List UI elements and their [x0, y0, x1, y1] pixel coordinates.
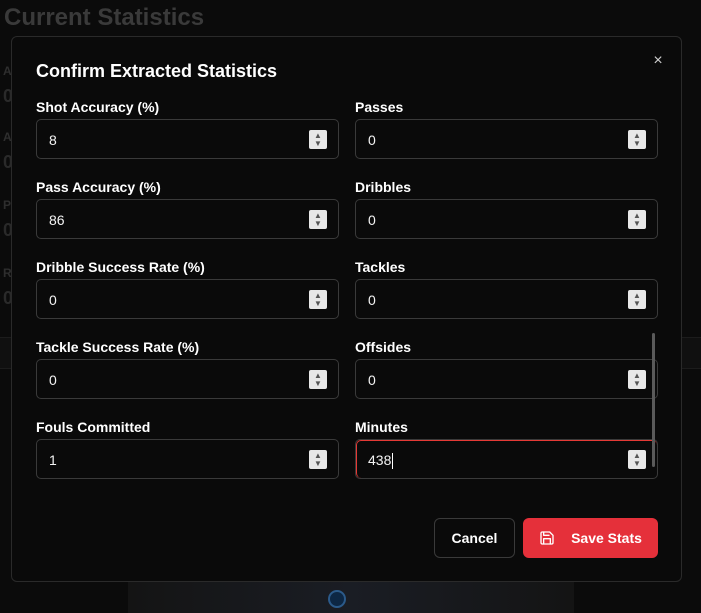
field-label: Dribble Success Rate (%) — [36, 259, 205, 275]
input-value-text: 438 — [368, 452, 392, 468]
cancel-button-label: Cancel — [451, 530, 498, 546]
field-offsides: Offsides 0 ▲ ▼ — [355, 337, 658, 399]
chevron-down-icon[interactable]: ▼ — [314, 299, 322, 308]
cancel-button[interactable]: Cancel — [434, 518, 515, 558]
field-label: Pass Accuracy (%) — [36, 179, 161, 195]
input-value: 0 — [368, 292, 376, 308]
confirm-stats-dialog: Confirm Extracted Statistics × Shot Accu… — [11, 36, 682, 582]
chevron-down-icon[interactable]: ▼ — [633, 459, 641, 468]
input-value: 0 — [368, 132, 376, 148]
dialog-scrollbar[interactable] — [652, 333, 655, 467]
number-stepper[interactable]: ▲ ▼ — [309, 370, 327, 389]
chevron-down-icon[interactable]: ▼ — [314, 139, 322, 148]
chevron-down-icon[interactable]: ▼ — [633, 299, 641, 308]
field-tackles: Tackles 0 ▲ ▼ — [355, 257, 658, 319]
background-screenshot-thumbnail — [128, 578, 574, 613]
field-fouls-committed: Fouls Committed 1 ▲ ▼ — [36, 417, 339, 479]
number-stepper[interactable]: ▲ ▼ — [628, 290, 646, 309]
offsides-input[interactable]: 0 ▲ ▼ — [355, 359, 658, 399]
number-stepper[interactable]: ▲ ▼ — [628, 130, 646, 149]
dribble-success-rate-input[interactable]: 0 ▲ ▼ — [36, 279, 339, 319]
field-minutes: Minutes 438 ▲ ▼ — [355, 417, 658, 479]
input-value: 8 — [49, 132, 57, 148]
input-value: 86 — [49, 212, 65, 228]
chevron-down-icon[interactable]: ▼ — [314, 379, 322, 388]
field-dribbles: Dribbles 0 ▲ ▼ — [355, 177, 658, 239]
text-caret — [392, 453, 394, 470]
tackle-success-rate-input[interactable]: 0 ▲ ▼ — [36, 359, 339, 399]
pass-accuracy-input[interactable]: 86 ▲ ▼ — [36, 199, 339, 239]
field-label: Fouls Committed — [36, 419, 151, 435]
field-dribble-success-rate: Dribble Success Rate (%) 0 ▲ ▼ — [36, 257, 339, 319]
fouls-committed-input[interactable]: 1 ▲ ▼ — [36, 439, 339, 479]
field-label: Minutes — [355, 419, 408, 435]
field-label: Passes — [355, 99, 404, 115]
field-shot-accuracy: Shot Accuracy (%) 8 ▲ ▼ — [36, 97, 339, 159]
chevron-down-icon[interactable]: ▼ — [314, 219, 322, 228]
dribbles-input[interactable]: 0 ▲ ▼ — [355, 199, 658, 239]
field-passes: Passes 0 ▲ ▼ — [355, 97, 658, 159]
input-value: 1 — [49, 452, 57, 468]
chevron-down-icon[interactable]: ▼ — [633, 379, 641, 388]
input-value: 0 — [49, 372, 57, 388]
minutes-input[interactable]: 438 ▲ ▼ — [355, 439, 658, 479]
input-value: 0 — [49, 292, 57, 308]
field-tackle-success-rate: Tackle Success Rate (%) 0 ▲ ▼ — [36, 337, 339, 399]
background-page-title: Current Statistics — [4, 4, 205, 31]
field-pass-accuracy: Pass Accuracy (%) 86 ▲ ▼ — [36, 177, 339, 239]
chevron-down-icon[interactable]: ▼ — [633, 139, 641, 148]
number-stepper[interactable]: ▲ ▼ — [628, 370, 646, 389]
input-value: 438 — [368, 440, 394, 480]
save-icon — [540, 531, 554, 545]
number-stepper[interactable]: ▲ ▼ — [309, 210, 327, 229]
save-stats-button[interactable]: Save Stats — [523, 518, 658, 558]
background-stat-label: P — [3, 198, 12, 212]
chevron-down-icon[interactable]: ▼ — [633, 219, 641, 228]
number-stepper[interactable]: ▲ ▼ — [628, 450, 646, 469]
number-stepper[interactable]: ▲ ▼ — [309, 290, 327, 309]
background-thumbnail-marker — [328, 590, 346, 608]
focus-ring — [356, 440, 657, 478]
shot-accuracy-input[interactable]: 8 ▲ ▼ — [36, 119, 339, 159]
number-stepper[interactable]: ▲ ▼ — [309, 450, 327, 469]
input-value: 0 — [368, 372, 376, 388]
input-value: 0 — [368, 212, 376, 228]
close-icon[interactable]: × — [648, 51, 668, 71]
field-label: Offsides — [355, 339, 412, 355]
save-button-label: Save Stats — [571, 530, 642, 546]
stats-form-grid: Shot Accuracy (%) 8 ▲ ▼ Passes 0 ▲ ▼ Pas… — [36, 97, 658, 479]
field-label: Tackle Success Rate (%) — [36, 339, 200, 355]
tackles-input[interactable]: 0 ▲ ▼ — [355, 279, 658, 319]
number-stepper[interactable]: ▲ ▼ — [309, 130, 327, 149]
dialog-title: Confirm Extracted Statistics — [36, 61, 278, 81]
passes-input[interactable]: 0 ▲ ▼ — [355, 119, 658, 159]
number-stepper[interactable]: ▲ ▼ — [628, 210, 646, 229]
field-label: Shot Accuracy (%) — [36, 99, 160, 115]
chevron-down-icon[interactable]: ▼ — [314, 459, 322, 468]
field-label: Tackles — [355, 259, 406, 275]
field-label: Dribbles — [355, 179, 412, 195]
